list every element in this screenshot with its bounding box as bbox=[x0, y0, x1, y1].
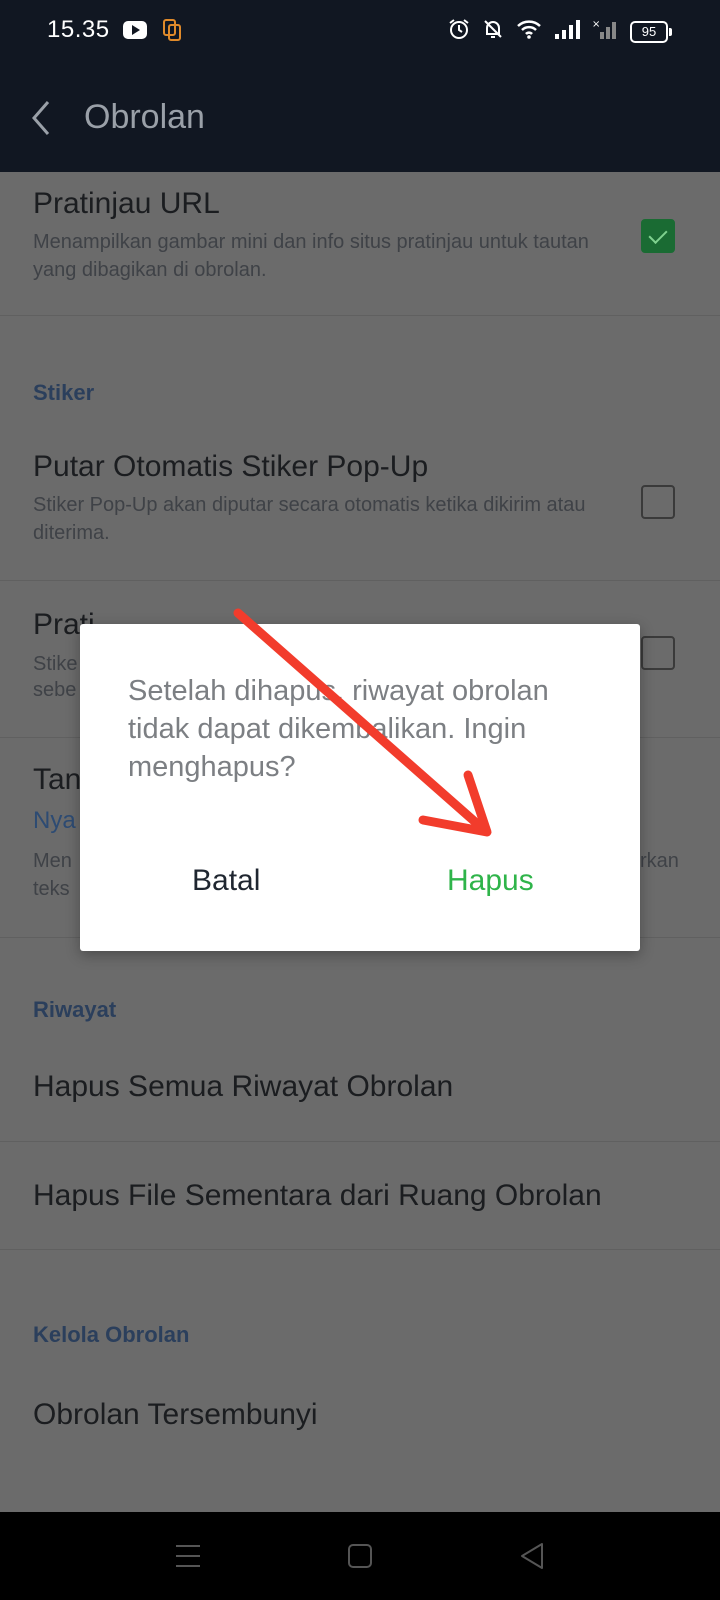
screen-mirror-icon bbox=[162, 18, 182, 47]
youtube-icon bbox=[122, 20, 148, 45]
setting-title: Pratinjau URL bbox=[33, 187, 220, 220]
back-nav-icon[interactable] bbox=[512, 1538, 552, 1574]
setting-sticker-autoplay[interactable]: Putar Otomatis Stiker Pop-Up Stiker Pop-… bbox=[0, 417, 720, 581]
setting-title: Hapus Semua Riwayat Obrolan bbox=[33, 1070, 454, 1103]
section-header-history: Riwayat bbox=[33, 997, 117, 1022]
section-header-sticker: Stiker bbox=[33, 380, 95, 405]
menu-icon[interactable] bbox=[168, 1538, 208, 1574]
confirm-delete-dialog: Setelah dihapus, riwayat obrolan tidak d… bbox=[80, 624, 640, 951]
status-notification-icons bbox=[122, 18, 182, 47]
setting-hidden-chats[interactable]: Obrolan Tersembunyi bbox=[0, 1362, 720, 1472]
page-title: Obrolan bbox=[84, 98, 205, 136]
setting-delete-all-history[interactable]: Hapus Semua Riwayat Obrolan bbox=[0, 1032, 720, 1142]
wifi-icon bbox=[516, 18, 542, 45]
setting-description: Menampilkan gambar mini dan info situs p… bbox=[33, 231, 589, 281]
back-button[interactable] bbox=[26, 96, 60, 140]
svg-text:×: × bbox=[592, 19, 600, 30]
signal-icon bbox=[554, 18, 580, 45]
setting-title: Tan bbox=[33, 763, 82, 796]
setting-title: Obrolan Tersembunyi bbox=[33, 1398, 318, 1431]
status-system-icons: × 95 bbox=[448, 18, 672, 45]
setting-url-preview[interactable]: Pratinjau URL Menampilkan gambar mini da… bbox=[0, 172, 720, 316]
home-icon[interactable] bbox=[340, 1538, 380, 1574]
delete-button[interactable]: Hapus bbox=[447, 864, 534, 898]
status-bar: 15.35 × 95 bbox=[0, 0, 720, 62]
setting-delete-temp-files[interactable]: Hapus File Sementara dari Ruang Obrolan bbox=[0, 1141, 720, 1250]
section-header-manage: Kelola Obrolan bbox=[33, 1322, 190, 1347]
navigation-bar bbox=[0, 1512, 720, 1600]
sticker-autoplay-checkbox[interactable] bbox=[641, 485, 675, 519]
cancel-button[interactable]: Batal bbox=[192, 864, 260, 898]
mute-icon bbox=[482, 18, 504, 45]
battery-icon: 95 bbox=[630, 20, 672, 43]
setting-description-right: rkan bbox=[640, 850, 679, 872]
status-time: 15.35 bbox=[47, 16, 110, 43]
setting-title: Putar Otomatis Stiker Pop-Up bbox=[33, 450, 429, 483]
dialog-message: Setelah dihapus, riwayat obrolan tidak d… bbox=[128, 675, 549, 783]
app-bar: Obrolan bbox=[0, 62, 720, 172]
battery-level: 95 bbox=[630, 20, 668, 43]
chevron-left-icon bbox=[32, 101, 50, 135]
signal-icon-2: × bbox=[592, 18, 618, 45]
alarm-icon bbox=[448, 18, 470, 45]
url-preview-checkbox[interactable] bbox=[641, 219, 675, 253]
sticker-preview-checkbox[interactable] bbox=[641, 636, 675, 670]
setting-description: Stiker Pop-Up akan diputar secara otomat… bbox=[33, 494, 586, 544]
setting-title: Hapus File Sementara dari Ruang Obrolan bbox=[33, 1179, 602, 1212]
